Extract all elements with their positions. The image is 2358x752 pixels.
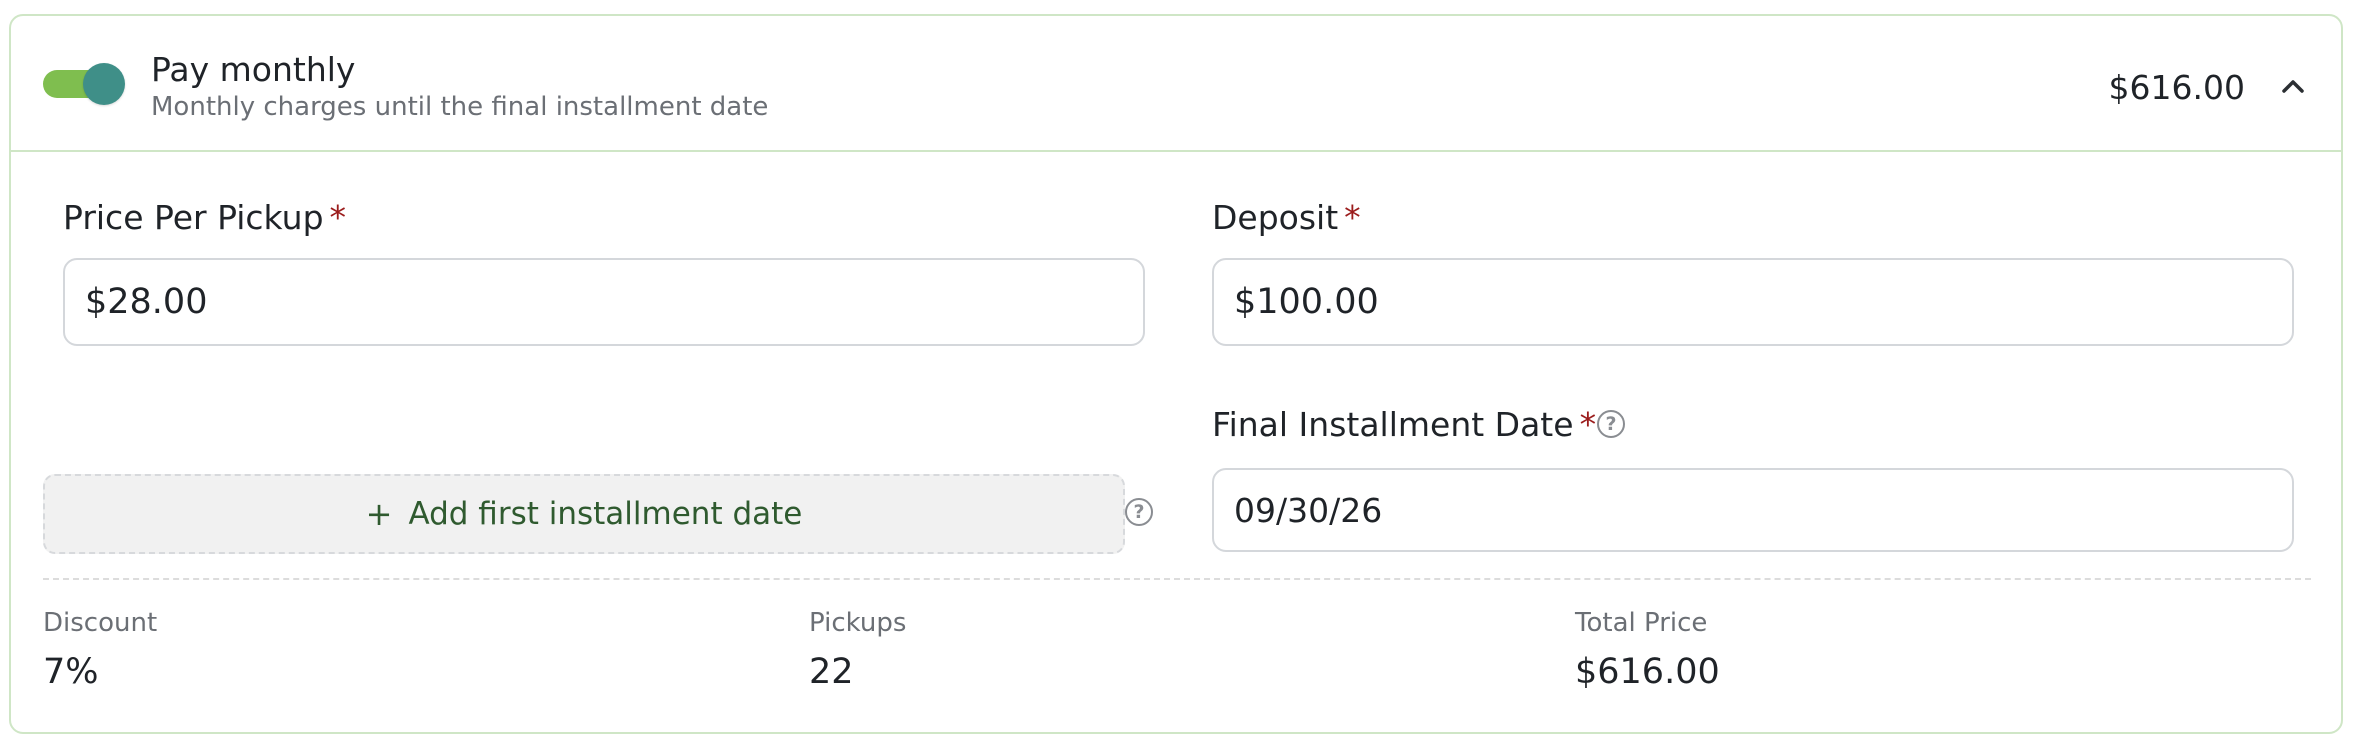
deposit-label: Deposit * <box>1212 198 1361 237</box>
final-installment-date-label-text: Final Installment Date <box>1212 405 1574 444</box>
header-subtitle: Monthly charges until the final installm… <box>151 92 769 122</box>
price-per-pickup-value: $28.00 <box>85 282 208 322</box>
plus-icon: + <box>365 495 393 533</box>
pay-monthly-toggle[interactable] <box>43 63 125 105</box>
payment-plan-card: Pay monthly Monthly charges until the fi… <box>9 14 2343 734</box>
deposit-input[interactable]: $100.00 <box>1212 258 2294 346</box>
final-installment-date-label: Final Installment Date * <box>1212 405 1596 444</box>
total-price-label: Total Price <box>1575 608 1708 638</box>
deposit-label-text: Deposit <box>1212 198 1339 237</box>
pickups-stat: Pickups 22 <box>809 608 906 692</box>
total-price-stat: Total Price $616.00 <box>1575 608 1720 692</box>
pickups-value: 22 <box>809 652 854 692</box>
price-per-pickup-input[interactable]: $28.00 <box>63 258 1145 346</box>
header-title: Pay monthly <box>151 50 356 89</box>
header-amount: $616.00 <box>2108 68 2245 107</box>
total-price-value: $616.00 <box>1575 652 1720 692</box>
final-installment-date-input[interactable]: 09/30/26 <box>1212 468 2294 552</box>
card-header[interactable]: Pay monthly Monthly charges until the fi… <box>11 16 2341 152</box>
question-circle-icon[interactable]: ? <box>1125 498 1153 526</box>
add-first-installment-date-button[interactable]: + Add first installment date <box>43 474 1125 554</box>
discount-label: Discount <box>43 608 158 638</box>
add-first-installment-date-label: Add first installment date <box>408 496 803 532</box>
toggle-knob <box>83 63 125 105</box>
required-mark: * <box>329 198 347 237</box>
pickups-label: Pickups <box>809 608 907 638</box>
discount-stat: Discount 7% <box>43 608 157 692</box>
question-circle-icon[interactable]: ? <box>1597 410 1625 438</box>
price-per-pickup-label: Price Per Pickup * <box>63 198 346 237</box>
deposit-value: $100.00 <box>1234 282 1379 322</box>
required-mark: * <box>1344 198 1361 237</box>
final-installment-date-value: 09/30/26 <box>1234 490 1383 530</box>
required-mark: * <box>1579 405 1597 444</box>
summary-divider <box>43 578 2311 580</box>
chevron-up-icon[interactable] <box>2275 68 2311 104</box>
discount-value: 7% <box>43 652 99 692</box>
price-per-pickup-label-text: Price Per Pickup <box>63 198 324 237</box>
